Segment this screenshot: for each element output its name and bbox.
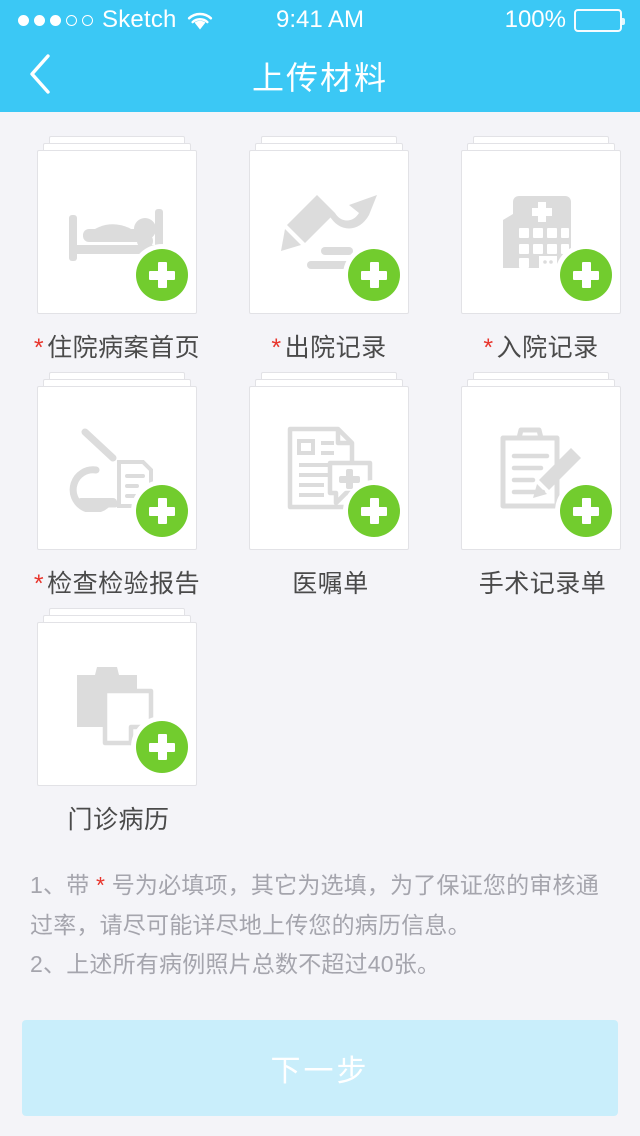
upload-card-label: 手术记录单 — [476, 564, 607, 600]
paper-sheet-front — [37, 622, 197, 786]
plus-circle-icon[interactable] — [136, 485, 188, 537]
upload-cell-admission-record: * 入院记录 — [446, 136, 636, 364]
page-title: 上传材料 — [251, 60, 388, 96]
required-asterisk: * — [483, 334, 494, 362]
upload-cell-lab-report: * 检查检验报告 — [22, 372, 212, 600]
upload-cell-discharge-record: * 出院记录 — [234, 136, 424, 364]
upload-cell-surgery-record: 手术记录单 — [446, 372, 636, 600]
upload-card-label-text: 出院记录 — [284, 334, 387, 362]
plus-circle-icon[interactable] — [136, 721, 188, 773]
upload-card-label: * 出院记录 — [271, 328, 386, 364]
navigation-bar: 上传材料 — [0, 40, 640, 112]
upload-cell-outpatient-record: 门诊病历 — [22, 608, 212, 836]
note-required-asterisk: * — [95, 872, 106, 898]
paper-sheet-front — [461, 150, 621, 314]
status-bar-right: 100% — [504, 6, 625, 34]
plus-circle-icon[interactable] — [560, 249, 612, 301]
note-line-1: 1、带 * 号为必填项，其它为选填，为了保证您的审核通过率，请尽可能详尽地上传您… — [30, 866, 610, 945]
wifi-icon — [186, 10, 214, 31]
upload-card-label: * 住院病案首页 — [34, 328, 200, 364]
paper-sheet-front — [37, 150, 197, 314]
status-bar: Sketch 9:41 AM 100% — [0, 0, 640, 40]
status-bar-left: Sketch — [18, 6, 214, 34]
upload-card-label-text: 手术记录单 — [478, 570, 607, 598]
plus-circle-icon[interactable] — [348, 485, 400, 537]
footer-bar: 下一步 — [0, 1020, 640, 1116]
upload-card[interactable] — [461, 372, 621, 550]
paper-sheet-front — [461, 386, 621, 550]
upload-card[interactable] — [37, 136, 197, 314]
required-asterisk: * — [33, 334, 45, 362]
upload-card-label: 医嘱单 — [289, 564, 369, 600]
upload-card-label-text: 检查检验报告 — [47, 570, 201, 598]
chevron-left-icon — [27, 53, 53, 100]
plus-circle-icon[interactable] — [348, 249, 400, 301]
upload-grid: * 住院病案首页 * 出院记录 * 入院记录 * 检查检验报告 医嘱单 手术记录… — [0, 112, 640, 844]
upload-cell-inpatient-summary: * 住院病案首页 — [22, 136, 212, 364]
signal-strength-icon — [18, 14, 93, 26]
plus-circle-icon[interactable] — [136, 249, 188, 301]
note-line-2: 2、上述所有病例照片总数不超过40张。 — [30, 951, 441, 978]
upload-card[interactable] — [249, 136, 409, 314]
paper-sheet-front — [37, 386, 197, 550]
battery-icon — [574, 8, 625, 32]
upload-card-label-text: 入院记录 — [496, 334, 599, 362]
required-asterisk: * — [271, 334, 282, 362]
next-step-button[interactable]: 下一步 — [22, 1020, 618, 1116]
upload-card-label-text: 门诊病历 — [67, 806, 170, 834]
upload-card-label: * 检查检验报告 — [34, 564, 200, 600]
upload-cell-doctor-order: 医嘱单 — [234, 372, 424, 600]
note-line-1-prefix: 1、带 — [30, 872, 96, 898]
paper-sheet-front — [249, 386, 409, 550]
required-asterisk: * — [33, 570, 45, 598]
note-line-1-suffix: 号为必填项，其它为选填，为了保证您的审核通过率，请尽可能详尽地上传您的病历信息。 — [30, 872, 599, 938]
upload-card[interactable] — [249, 372, 409, 550]
plus-circle-icon[interactable] — [560, 485, 612, 537]
paper-sheet-front — [249, 150, 409, 314]
upload-card-label-text: 住院病案首页 — [47, 334, 201, 362]
upload-card-label: 门诊病历 — [64, 800, 169, 836]
battery-percent-label: 100% — [504, 6, 566, 33]
upload-card[interactable] — [37, 608, 197, 786]
upload-card-label-text: 医嘱单 — [292, 570, 369, 598]
carrier-label: Sketch — [102, 6, 177, 33]
upload-card-label: * 入院记录 — [483, 328, 598, 364]
form-notes: 1、带 * 号为必填项，其它为选填，为了保证您的审核通过率，请尽可能详尽地上传您… — [30, 866, 610, 985]
upload-card[interactable] — [37, 372, 197, 550]
back-button[interactable] — [8, 40, 72, 112]
upload-card[interactable] — [461, 136, 621, 314]
